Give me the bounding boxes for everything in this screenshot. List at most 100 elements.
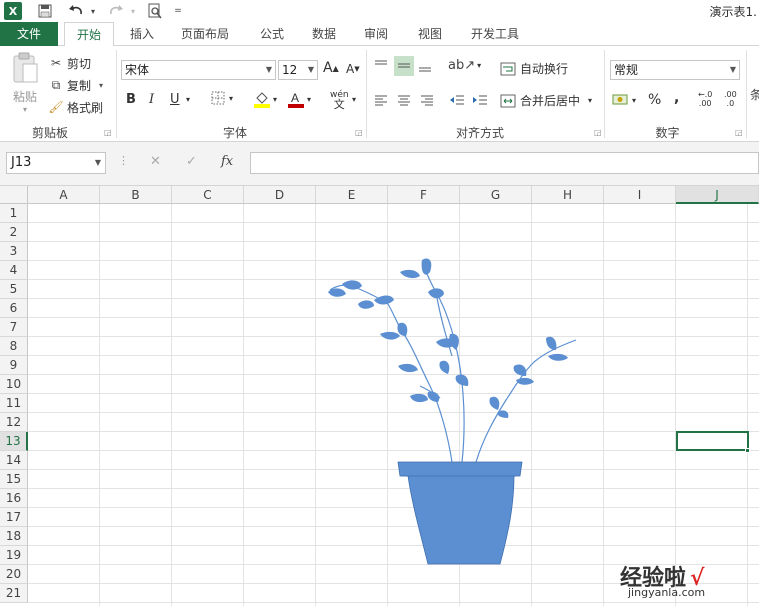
plant-leaf — [342, 280, 362, 290]
merge-center-label: 合并后居中 — [520, 94, 581, 108]
plant-leaf — [397, 322, 408, 336]
align-top-button[interactable] — [373, 58, 389, 74]
plant-leaf — [455, 374, 469, 386]
redo-icon[interactable] — [106, 2, 126, 20]
font-launcher-icon[interactable]: ◲ — [355, 128, 363, 137]
increase-decimal-icon: ←.0 — [698, 90, 713, 99]
plant-leaf — [548, 353, 568, 361]
tab-view[interactable]: 视图 — [408, 22, 452, 46]
name-box[interactable]: J13 ▼ — [6, 152, 106, 174]
decrease-indent-button[interactable] — [449, 93, 465, 107]
cut-label: 剪切 — [67, 56, 92, 71]
orientation-icon: ab↗ — [448, 58, 476, 73]
save-icon[interactable] — [36, 2, 54, 20]
group-divider — [746, 50, 747, 138]
plant-leaf — [428, 288, 444, 299]
tab-review[interactable]: 审阅 — [354, 22, 398, 46]
font-size-combo[interactable]: 12 ▼ — [278, 60, 318, 80]
grow-font-button[interactable]: A ▲ — [323, 60, 339, 76]
tab-data[interactable]: 数据 — [302, 22, 346, 46]
wrap-text-button[interactable]: 自动换行 — [500, 60, 568, 77]
font-name-combo[interactable]: 宋体 ▼ — [121, 60, 276, 80]
styles-group-partial[interactable]: 条 — [750, 86, 759, 103]
plant-drawing[interactable] — [0, 186, 759, 606]
grow-font-icon: A — [323, 60, 333, 76]
worksheet-grid[interactable]: A B C D E F G H I J 1 2 3 4 5 6 7 8 9 10 11 12 13 14 1… — [0, 186, 759, 606]
plant-leaf — [449, 333, 459, 350]
align-center-button[interactable] — [396, 93, 412, 107]
align-left-button[interactable] — [373, 93, 389, 107]
insert-function-button[interactable]: fx — [221, 154, 233, 169]
orientation-button[interactable]: ab↗ ▾ — [448, 58, 481, 73]
paste-label: 粘贴 — [12, 90, 37, 104]
fill-color-button[interactable]: ▾ — [253, 90, 277, 108]
align-bottom-button[interactable] — [417, 58, 433, 74]
scissors-icon: ✂ — [50, 56, 62, 70]
brush-icon: 🖌 — [48, 100, 64, 114]
shrink-font-button[interactable]: A ▼ — [346, 62, 360, 76]
undo-dropdown-icon[interactable]: ▾ — [88, 2, 98, 20]
alignment-launcher-icon[interactable]: ◲ — [594, 128, 602, 137]
italic-button[interactable]: I — [149, 92, 154, 107]
borders-icon — [211, 91, 225, 105]
cut-button[interactable]: ✂ 剪切 — [48, 54, 91, 72]
copy-dropdown-icon: ▾ — [99, 80, 104, 90]
formula-input[interactable] — [250, 152, 759, 174]
enter-formula-button[interactable]: ✓ — [186, 154, 197, 169]
tab-insert[interactable]: 插入 — [120, 22, 164, 46]
cancel-formula-button[interactable]: ✕ — [150, 154, 161, 169]
tab-page-layout[interactable]: 页面布局 — [172, 22, 238, 46]
increase-indent-button[interactable] — [472, 93, 488, 107]
accounting-format-button[interactable]: ▾ — [612, 92, 636, 108]
excel-logo-icon: X — [4, 2, 22, 20]
tab-file[interactable]: 文件 — [0, 22, 58, 46]
group-divider — [604, 50, 605, 138]
underline-button[interactable]: U — [170, 92, 180, 107]
shrink-font-icon: A — [346, 62, 355, 76]
number-format-value: 常规 — [614, 63, 639, 77]
formula-bar-grip-icon: ⋮ — [118, 154, 129, 167]
clipboard-launcher-icon[interactable]: ◲ — [104, 128, 112, 137]
svg-text:A: A — [291, 91, 299, 105]
percent-button[interactable]: % — [648, 92, 661, 108]
ribbon: 粘贴 ▾ ✂ 剪切 ⧉ 复制 ▾ 🖌 格式刷 剪贴板 ◲ 宋体 ▼ 12 ▼ A… — [0, 46, 759, 142]
comma-button[interactable]: , — [674, 90, 679, 106]
tab-home[interactable]: 开始 — [64, 22, 114, 47]
number-format-combo[interactable]: 常规 ▼ — [610, 60, 740, 80]
plant-leaf — [358, 300, 374, 309]
underline-dropdown-icon[interactable]: ▾ — [186, 95, 190, 104]
tab-developer[interactable]: 开发工具 — [462, 22, 528, 46]
number-launcher-icon[interactable]: ◲ — [735, 128, 743, 137]
active-cell-j13[interactable] — [676, 431, 749, 451]
align-right-button[interactable] — [419, 93, 435, 107]
borders-button[interactable]: ▾ — [211, 91, 233, 105]
paste-dropdown-icon: ▾ — [22, 105, 27, 114]
font-color-button[interactable]: A ▾ — [287, 90, 311, 108]
customize-qat-icon[interactable]: = — [172, 2, 184, 20]
chevron-down-icon: ▾ — [477, 61, 482, 70]
copy-button[interactable]: ⧉ 复制 ▾ — [48, 76, 103, 94]
align-middle-button[interactable] — [394, 56, 414, 76]
merge-center-button[interactable]: 合并后居中 ▾ — [500, 92, 592, 109]
paste-button[interactable]: 粘贴 ▾ — [8, 52, 42, 122]
undo-icon[interactable] — [66, 2, 86, 20]
print-preview-icon[interactable] — [146, 2, 164, 20]
tab-formulas[interactable]: 公式 — [250, 22, 294, 46]
plant-leaf — [489, 396, 500, 410]
merge-center-icon — [500, 94, 516, 107]
redo-dropdown-icon[interactable]: ▾ — [128, 2, 138, 20]
clipboard-group-label: 剪贴板 — [31, 126, 68, 140]
phonetic-dropdown-icon[interactable]: ▾ — [352, 95, 356, 104]
decrease-decimal-button[interactable]: .00 .0 — [724, 90, 737, 108]
increase-decimal-button[interactable]: ←.0 .00 — [698, 90, 712, 108]
watermark-url: jingyanla.com — [628, 586, 706, 599]
format-painter-button[interactable]: 🖌 格式刷 — [48, 98, 103, 116]
bold-button[interactable]: B — [126, 92, 136, 107]
formula-bar: J13 ▼ ⋮ ✕ ✓ fx — [0, 142, 759, 186]
fill-handle[interactable] — [745, 448, 750, 453]
align-top-icon — [375, 60, 387, 65]
phonetic-button[interactable]: wén 文 — [330, 90, 349, 110]
chevron-down-icon: ▼ — [265, 65, 273, 74]
chevron-down-icon: ▼ — [307, 65, 315, 74]
font-color-icon: A — [288, 91, 304, 108]
